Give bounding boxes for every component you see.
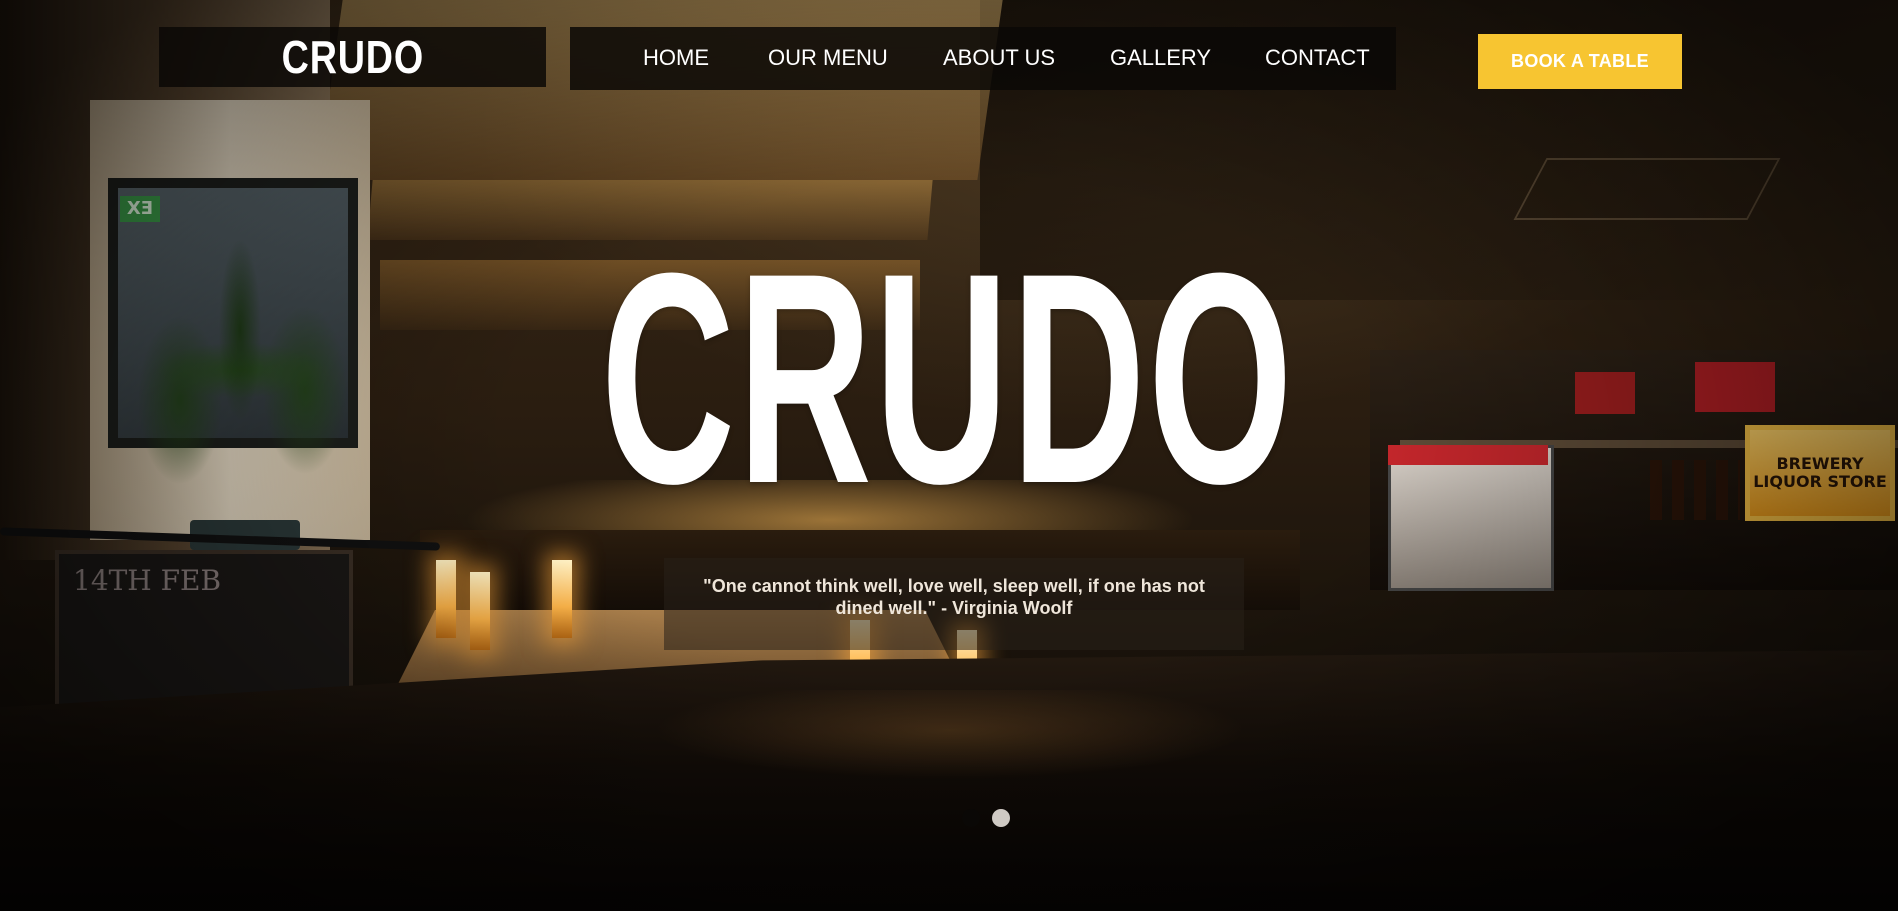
lamp xyxy=(470,572,490,650)
main-nav: HOME OUR MENU ABOUT US GALLERY CONTACT xyxy=(570,27,1396,90)
chalkboard: 14TH FEB xyxy=(55,550,353,748)
slider-dots xyxy=(962,809,1012,827)
hero-section: EX BREWERY LIQUOR STORE 14TH FEB CRUDO H… xyxy=(0,0,1898,911)
chalkboard-text: 14TH FEB xyxy=(73,564,222,597)
lamp xyxy=(552,560,572,638)
logo-text: CRUDO xyxy=(281,31,424,83)
nav-item-contact[interactable]: CONTACT xyxy=(1265,45,1370,71)
slider-dot-1[interactable] xyxy=(962,809,980,827)
quote-text: "One cannot think well, love well, sleep… xyxy=(703,576,1205,618)
nav-item-home[interactable]: HOME xyxy=(643,45,709,71)
logo[interactable]: CRUDO xyxy=(159,27,546,87)
nav-item-our-menu[interactable]: OUR MENU xyxy=(768,45,888,71)
window xyxy=(108,178,358,448)
table-top xyxy=(0,650,1898,911)
table-sheen xyxy=(500,690,1400,870)
railing xyxy=(0,527,441,551)
ceiling-vent xyxy=(1513,158,1781,220)
brewery-sign: BREWERY LIQUOR STORE xyxy=(1745,425,1895,521)
nav-item-gallery[interactable]: GALLERY xyxy=(1110,45,1211,71)
hero-title-text: CRUDO xyxy=(600,210,1296,546)
slider-dot-2[interactable] xyxy=(992,809,1010,827)
plant xyxy=(90,180,390,560)
hero-title: CRUDO xyxy=(601,228,1293,528)
shelf xyxy=(1400,440,1898,448)
quote-box: "One cannot think well, love well, sleep… xyxy=(664,558,1244,650)
exit-sign: EX xyxy=(120,196,160,222)
red-box xyxy=(1695,362,1775,412)
lamp xyxy=(436,560,456,638)
nav-item-about-us[interactable]: ABOUT US xyxy=(943,45,1055,71)
cabinet xyxy=(1388,445,1554,591)
cabinet-top xyxy=(1388,445,1548,465)
red-box xyxy=(1575,372,1635,414)
book-a-table-button[interactable]: BOOK A TABLE xyxy=(1478,34,1682,89)
shelf-area xyxy=(1370,350,1898,590)
bottles xyxy=(1650,460,1740,520)
plant-pot xyxy=(190,520,300,550)
pillar xyxy=(90,100,370,540)
